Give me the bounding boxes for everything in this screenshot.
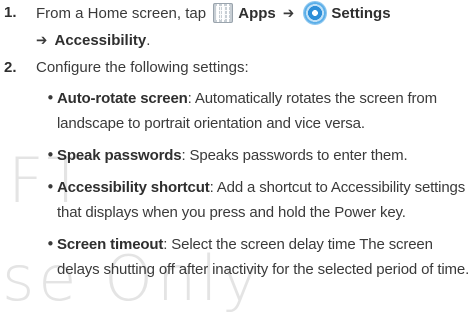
list-item: Screen timeout: Select the screen delay …: [46, 232, 471, 282]
step-1-period: .: [146, 32, 151, 49]
setting-term: Speak passwords: [57, 147, 182, 164]
apps-grid-icon: [213, 3, 234, 24]
settings-list: Auto-rotate screen: Automatically rotate…: [46, 86, 471, 282]
settings-gear-icon: [304, 2, 327, 25]
accessibility-label: Accessibility: [54, 32, 147, 49]
list-item: Speak passwords: Speaks passwords to ent…: [46, 143, 471, 168]
list-item: Accessibility shortcut: Add a shortcut t…: [46, 175, 471, 225]
arrow-right-icon: ➔: [282, 4, 295, 22]
step-1-text: From a Home screen, tap Apps ➔ Settings …: [36, 0, 470, 54]
settings-label: Settings: [331, 5, 391, 22]
step-2-text: Configure the following settings:: [36, 59, 249, 76]
apps-label: Apps: [238, 5, 276, 22]
setting-term: Auto-rotate screen: [57, 90, 188, 107]
list-item: Auto-rotate screen: Automatically rotate…: [46, 86, 471, 136]
step-number: 1.: [4, 4, 17, 21]
setting-term: Screen timeout: [57, 236, 164, 253]
step-1: 1. From a Home screen, tap Apps ➔ Settin…: [0, 0, 470, 54]
setting-term: Accessibility shortcut: [57, 179, 210, 196]
manual-page: FT se Only 1. From a Home screen, tap Ap…: [0, 0, 473, 331]
step-1-intro: From a Home screen, tap: [36, 5, 207, 22]
arrow-right-icon: ➔: [36, 31, 48, 49]
step-2: 2. Configure the following settings:: [0, 55, 470, 81]
step-number: 2.: [4, 59, 17, 76]
setting-description: : Speaks passwords to enter them.: [181, 147, 408, 164]
